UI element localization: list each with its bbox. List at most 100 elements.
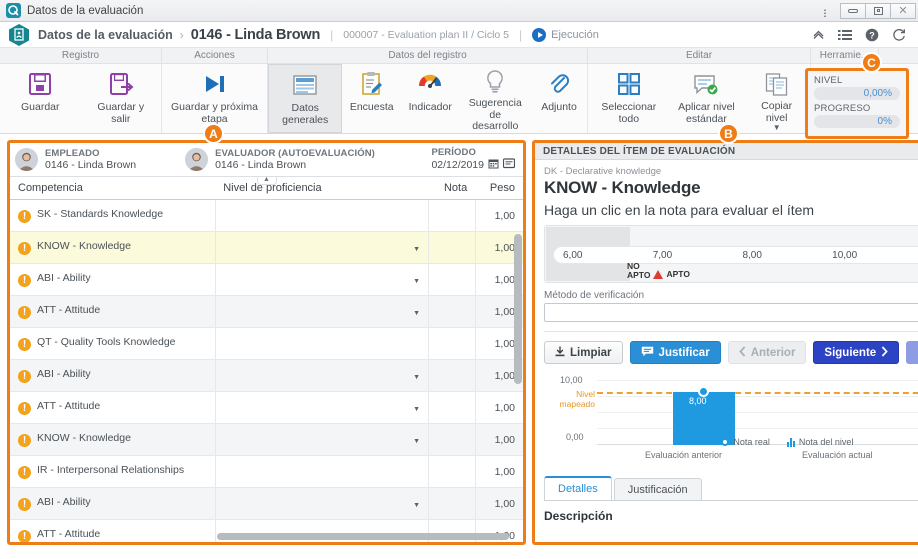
chevron-down-icon[interactable]: ▼ xyxy=(413,278,420,285)
close-icon[interactable]: ✕ xyxy=(890,2,916,19)
row-level-cell[interactable]: ▼ xyxy=(214,359,430,393)
chevron-down-icon[interactable]: ▼ xyxy=(773,124,781,132)
table-row[interactable]: ! SK - Standards Knowledge 1,00 xyxy=(10,199,523,233)
scale-tick-1[interactable]: 7,00 xyxy=(653,250,743,261)
apply-standard-level-button[interactable]: Aplicar nivel estándar xyxy=(670,64,744,133)
row-competency-cell[interactable]: ! ATT - Attitude xyxy=(10,519,216,542)
chevron-down-icon[interactable]: ▼ xyxy=(413,502,420,509)
chart-legend-marker-real xyxy=(721,438,730,446)
column-header-nivel-proficiencia[interactable]: Nivel de proficiencia xyxy=(215,177,429,201)
previous-button[interactable]: Anterior xyxy=(727,341,807,364)
chart-data-label-previous: 8,00 xyxy=(689,396,707,406)
lightbulb-icon xyxy=(484,69,506,95)
help-icon[interactable]: ? xyxy=(865,28,879,42)
scale-tick-2[interactable]: 8,00 xyxy=(742,250,832,261)
tab-detalles[interactable]: Detalles xyxy=(544,476,612,500)
scale-values[interactable]: 6,00 7,00 8,00 10,00 10,00 xyxy=(553,246,918,264)
chevron-down-icon[interactable]: ▼ xyxy=(413,246,420,253)
indicator-gauge-icon xyxy=(417,69,443,99)
row-nota-cell[interactable] xyxy=(428,263,476,297)
row-competency-cell[interactable]: ! KNOW - Knowledge xyxy=(10,423,216,457)
scale-tick-3[interactable]: 10,00 xyxy=(832,250,918,261)
verification-method-select[interactable]: ▼ xyxy=(544,303,918,322)
row-competency-cell[interactable]: ! KNOW - Knowledge xyxy=(10,231,216,265)
chevron-down-icon[interactable]: ▼ xyxy=(413,310,420,317)
row-level-cell[interactable]: ▼ xyxy=(214,295,430,329)
table-row[interactable]: ! KNOW - Knowledge ▼ 1,00 xyxy=(10,231,523,265)
save-button[interactable]: Guardar xyxy=(0,64,81,133)
row-competency-cell[interactable]: ! ATT - Attitude xyxy=(10,295,216,329)
table-row[interactable]: !ATT - Attitude ▼ 1,00 xyxy=(10,295,523,329)
save-and-exit-button[interactable]: Guardar y salir xyxy=(81,64,162,133)
scale-tick-0[interactable]: 6,00 xyxy=(554,250,653,261)
column-header-peso[interactable]: Peso xyxy=(475,177,523,201)
collapse-icon[interactable] xyxy=(812,28,825,41)
nivel-progress-bar: 0,00% xyxy=(814,87,900,100)
table-row[interactable]: ! ABI - Ability ▼ 1,00 xyxy=(10,263,523,297)
row-nota-cell[interactable] xyxy=(428,231,476,265)
kebab-menu-icon[interactable]: · · · xyxy=(814,3,836,22)
finish-button[interactable]: Finalizar xyxy=(906,341,918,364)
row-nota-cell[interactable] xyxy=(428,359,476,393)
survey-button[interactable]: Encuesta xyxy=(342,64,401,133)
row-level-cell[interactable]: ▼ xyxy=(214,423,430,457)
table-row[interactable]: ! ABI - Ability ▼ 1,00 xyxy=(10,359,523,393)
row-nota-cell[interactable] xyxy=(428,423,476,457)
row-competency-cell[interactable]: ! ATT - Attitude xyxy=(10,391,216,425)
note-icon[interactable] xyxy=(502,158,516,172)
copy-level-button[interactable]: Copiar nivel ▼ xyxy=(743,64,810,133)
development-suggestion-button[interactable]: Sugerencia de desarrollo xyxy=(460,64,532,133)
attachment-button[interactable]: Adjunto xyxy=(531,64,587,133)
chevron-down-icon[interactable]: ▼ xyxy=(413,406,420,413)
justify-button[interactable]: Justificar xyxy=(629,341,721,364)
table-vertical-scrollbar[interactable] xyxy=(514,234,522,385)
chevron-down-icon[interactable]: ▼ xyxy=(413,374,420,381)
chevron-down-icon[interactable]: ▼ xyxy=(413,438,420,445)
chart-xtick-current: Evaluación actual xyxy=(802,450,873,460)
list-menu-icon[interactable] xyxy=(838,29,852,41)
ribbon-group-titles: Registro Acciones Datos del registro Edi… xyxy=(0,48,918,64)
grade-scale[interactable]: 6,00 7,00 8,00 10,00 10,00 NOAPTO APTO xyxy=(544,225,918,283)
row-nota-cell[interactable] xyxy=(428,327,476,361)
row-competency-cell[interactable]: ! QT - Quality Tools Knowledge xyxy=(10,327,216,361)
row-competency-cell[interactable]: ! SK - Standards Knowledge xyxy=(10,199,216,233)
row-peso-cell: 1,00 xyxy=(475,391,523,425)
column-header-competencia[interactable]: Competencia xyxy=(10,177,216,201)
restore-icon[interactable] xyxy=(865,2,891,19)
minimize-icon[interactable] xyxy=(840,2,866,19)
indicator-button[interactable]: Indicador xyxy=(401,64,460,133)
ribbon-toolbar: Registro Acciones Datos del registro Edi… xyxy=(0,48,918,139)
row-level-cell[interactable]: ▼ xyxy=(214,487,430,521)
row-nota-cell[interactable] xyxy=(428,455,476,489)
general-data-button[interactable]: Datos generales xyxy=(268,64,343,133)
row-nota-cell[interactable] xyxy=(428,391,476,425)
row-level-cell[interactable] xyxy=(214,327,430,361)
next-button[interactable]: Siguiente xyxy=(813,341,900,364)
column-header-nota[interactable]: Nota xyxy=(428,177,476,201)
refresh-icon[interactable] xyxy=(892,28,906,42)
breadcrumb-root[interactable]: Datos de la evaluación xyxy=(38,28,173,42)
row-competency-cell[interactable]: ! ABI - Ability xyxy=(10,487,216,521)
table-row[interactable]: ! ABI - Ability ▼ 1,00 xyxy=(10,487,523,521)
select-all-button[interactable]: Seleccionar todo xyxy=(588,64,670,133)
table-row[interactable]: ! QT - Quality Tools Knowledge 1,00 xyxy=(10,327,523,361)
row-level-cell[interactable]: ▼ xyxy=(214,391,430,425)
row-level-cell[interactable] xyxy=(214,455,430,489)
clear-button[interactable]: Limpiar xyxy=(544,341,623,364)
tab-justificacion[interactable]: Justificación xyxy=(613,478,702,500)
row-nota-cell[interactable] xyxy=(428,199,476,233)
table-row[interactable]: ! KNOW - Knowledge ▼ 1,00 xyxy=(10,423,523,457)
row-nota-cell[interactable] xyxy=(428,487,476,521)
row-competency-cell[interactable]: ! IR - Interpersonal Relationships xyxy=(10,455,216,489)
row-level-cell[interactable] xyxy=(214,199,430,233)
row-level-cell[interactable]: ▼ xyxy=(214,231,430,265)
row-competency-cell[interactable]: ! ABI - Ability xyxy=(10,359,216,393)
collapse-header-toggle[interactable]: ▲ xyxy=(256,176,277,185)
table-horizontal-scrollbar[interactable] xyxy=(217,533,509,540)
table-row[interactable]: !ATT - Attitude ▼ 1,00 xyxy=(10,391,523,425)
calendar-icon[interactable] xyxy=(488,158,499,172)
row-level-cell[interactable]: ▼ xyxy=(214,263,430,297)
table-row[interactable]: ! IR - Interpersonal Relationships 1,00 xyxy=(10,455,523,489)
row-competency-cell[interactable]: ! ABI - Ability xyxy=(10,263,216,297)
row-nota-cell[interactable] xyxy=(428,295,476,329)
